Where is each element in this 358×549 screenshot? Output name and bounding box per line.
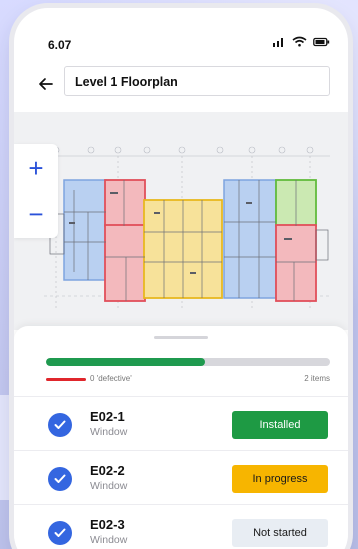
header: Level 1 Floorplan xyxy=(14,64,348,106)
zone-red-1[interactable] xyxy=(104,179,146,227)
item-type: Window xyxy=(90,534,128,546)
list-item[interactable]: E02-3 Window Not started xyxy=(14,504,348,549)
item-type: Window xyxy=(90,480,128,492)
checkmark-icon[interactable] xyxy=(48,467,72,491)
status-icons xyxy=(272,36,330,47)
zone-blue-1[interactable] xyxy=(63,179,107,281)
list-item[interactable]: E02-2 Window In progress xyxy=(14,450,348,504)
page-title[interactable]: Level 1 Floorplan xyxy=(64,66,330,96)
defective-count: 0 'defective' xyxy=(90,374,132,383)
list-item[interactable]: E02-1 Window Installed xyxy=(14,396,348,450)
arrow-left-icon xyxy=(39,78,53,90)
item-code: E02-3 xyxy=(90,517,125,532)
checkmark-icon[interactable] xyxy=(48,521,72,545)
item-list: E02-1 Window Installed E02-2 Window In p… xyxy=(14,396,348,549)
checkmark-icon[interactable] xyxy=(48,413,72,437)
status-badge[interactable]: Not started xyxy=(232,519,328,547)
item-code: E02-2 xyxy=(90,463,125,478)
battery-icon xyxy=(313,37,330,46)
status-badge[interactable]: Installed xyxy=(232,411,328,439)
zoom-in-button[interactable]: + xyxy=(14,148,58,188)
floorplan-viewer[interactable]: + − xyxy=(14,112,348,330)
item-type: Window xyxy=(90,426,128,438)
status-bar: 6.07 xyxy=(14,8,348,56)
phone-frame: 6.07 Level 1 Floorplan + − 0 'defective'… xyxy=(14,8,348,549)
zone-red-2[interactable] xyxy=(104,224,146,302)
items-count: 2 items xyxy=(304,374,330,383)
progress-bar xyxy=(46,358,330,366)
status-time: 6.07 xyxy=(48,38,72,52)
zone-blue-2[interactable] xyxy=(223,179,277,299)
bottom-sheet: 0 'defective' 2 items E02-1 Window Insta… xyxy=(14,326,348,549)
wifi-icon xyxy=(292,36,307,47)
defective-indicator xyxy=(46,378,86,381)
zone-red-3[interactable] xyxy=(275,224,317,302)
sheet-handle[interactable] xyxy=(154,336,208,339)
signal-icon xyxy=(273,38,283,47)
back-button[interactable] xyxy=(34,72,58,96)
floorplan-drawing[interactable] xyxy=(14,112,348,330)
progress-fill xyxy=(46,358,206,366)
zoom-controls: + − xyxy=(14,144,58,238)
zoom-out-button[interactable]: − xyxy=(14,194,58,234)
status-badge[interactable]: In progress xyxy=(232,465,328,493)
item-code: E02-1 xyxy=(90,409,125,424)
